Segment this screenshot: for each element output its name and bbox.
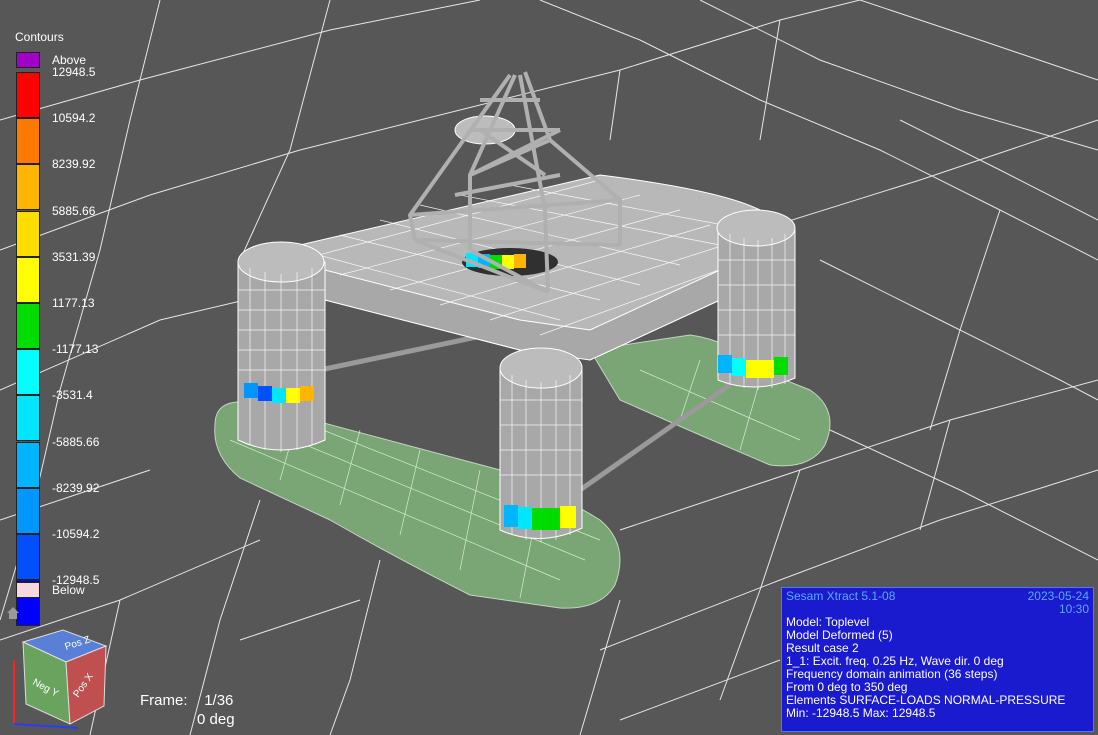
frame-counter: Frame: 1/36 — [140, 692, 233, 709]
view-cube[interactable]: Pos Z Neg Y Pos X — [8, 626, 118, 732]
legend-swatch — [16, 210, 40, 257]
frame-label: Frame: — [140, 692, 188, 709]
legend-swatch — [16, 349, 40, 396]
legend-swatch — [16, 487, 40, 534]
legend-level-label: -10594.2 — [52, 527, 100, 541]
column-left — [237, 241, 326, 452]
legend-label-below: Below — [52, 583, 85, 597]
legend-level-label: -5885.66 — [52, 434, 100, 449]
legend-swatch — [16, 72, 40, 118]
legend-level-label: 5885.66 — [52, 203, 96, 218]
legend-level-label: 1177.13 — [52, 296, 95, 310]
info-header: Sesam Xtract 5.1-08 2023-05-24 10:30 — [786, 590, 1089, 616]
frame-angle: 0 deg — [197, 711, 235, 728]
frame-value: 1/36 — [204, 692, 234, 709]
result-info-panel: Sesam Xtract 5.1-08 2023-05-24 10:30 Mod… — [781, 587, 1094, 732]
legend-level-label: 3531.39 — [52, 249, 96, 264]
legend-level-label: -1177.13 — [52, 342, 99, 357]
legend-swatch-below — [16, 582, 40, 598]
column-right — [716, 209, 796, 390]
legend-swatch — [16, 303, 40, 349]
legend-level-label: -8239.92 — [52, 480, 100, 495]
legend-swatch — [16, 256, 40, 303]
legend-swatch — [16, 534, 40, 580]
legend-level-label: 8239.92 — [52, 157, 96, 172]
legend-level-label: 12948.5 — [52, 65, 96, 79]
legend-title: Contours — [15, 30, 64, 44]
info-time: 10:30 — [1058, 602, 1089, 616]
legend-level-label: 10594.2 — [52, 111, 96, 126]
legend-swatch — [16, 118, 40, 165]
legend-swatch — [16, 164, 40, 211]
legend-swatch — [16, 441, 40, 488]
legend-swatch — [16, 395, 40, 442]
legend-swatch-above — [16, 52, 40, 68]
home-icon[interactable] — [6, 606, 20, 620]
legend-level-label: -3531.4 — [52, 388, 93, 403]
info-app-name: Sesam Xtract 5.1-08 — [786, 589, 896, 603]
contour-legend: Contours Above 12948.5 10594.2 8239.92 5885… — [0, 26, 140, 627]
column-front — [499, 347, 583, 542]
info-lines: Model: Toplevel Model Deformed (5) Result … — [786, 616, 1089, 720]
info-line: Min: -12948.5 Max: 12948.5 — [786, 706, 936, 720]
